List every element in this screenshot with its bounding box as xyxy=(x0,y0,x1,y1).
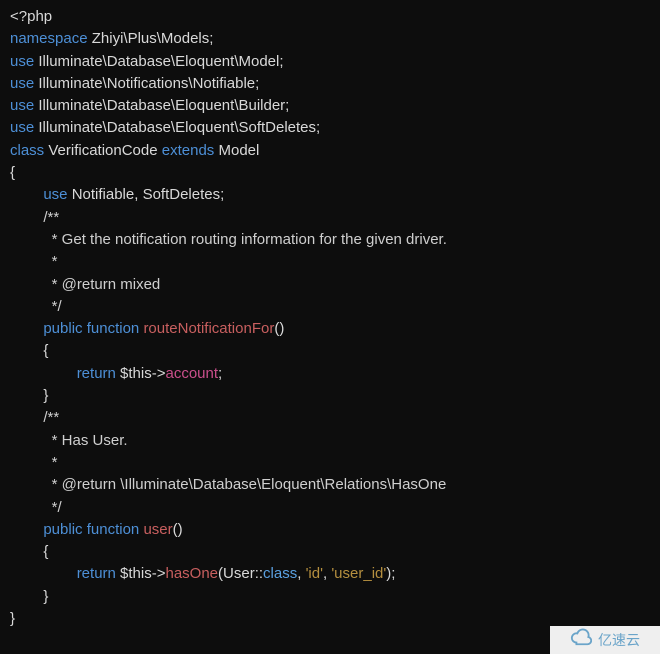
comment-line: */ xyxy=(10,296,650,318)
code-line: { xyxy=(10,162,650,184)
code-line: use Illuminate\Database\Eloquent\SoftDel… xyxy=(10,117,650,139)
member-name: hasOne xyxy=(165,565,218,582)
code-line: return $this->account; xyxy=(10,363,650,385)
member-name: account xyxy=(165,365,218,382)
kw-class-ref: class xyxy=(263,565,297,582)
code-line: <?php xyxy=(10,6,650,28)
code-line: use Illuminate\Notifications\Notifiable; xyxy=(10,73,650,95)
comment-line: * @return \Illuminate\Database\Eloquent\… xyxy=(10,474,650,496)
code-line: } xyxy=(10,586,650,608)
kw-function: function xyxy=(87,521,140,538)
fn-name: routeNotificationFor xyxy=(143,320,274,337)
code-line: { xyxy=(10,340,650,362)
comment-line: * Has User. xyxy=(10,430,650,452)
code-line: namespace Zhiyi\Plus\Models; xyxy=(10,28,650,50)
comment-line: /** xyxy=(10,207,650,229)
code-line: use Notifiable, SoftDeletes; xyxy=(10,184,650,206)
comment-line: */ xyxy=(10,497,650,519)
comment-line: /** xyxy=(10,407,650,429)
code-line: public function routeNotificationFor() xyxy=(10,318,650,340)
code-line: use Illuminate\Database\Eloquent\Model; xyxy=(10,51,650,73)
kw-class: class xyxy=(10,142,44,159)
kw-public: public xyxy=(43,320,82,337)
kw-function: function xyxy=(87,320,140,337)
kw-use: use xyxy=(10,97,34,114)
string-literal: 'user_id' xyxy=(331,565,386,582)
comment-line: * xyxy=(10,452,650,474)
kw-return: return xyxy=(77,365,116,382)
code-line: class VerificationCode extends Model xyxy=(10,140,650,162)
kw-use: use xyxy=(10,53,34,70)
kw-public: public xyxy=(43,521,82,538)
kw-use: use xyxy=(43,186,67,203)
code-line: return $this->hasOne(User::class, 'id', … xyxy=(10,563,650,585)
code-line: { xyxy=(10,541,650,563)
kw-extends: extends xyxy=(162,142,215,159)
cloud-icon xyxy=(570,626,592,654)
code-line: use Illuminate\Database\Eloquent\Builder… xyxy=(10,95,650,117)
watermark-text: 亿速云 xyxy=(598,629,640,651)
code-line: public function user() xyxy=(10,519,650,541)
fn-name: user xyxy=(143,521,172,538)
kw-use: use xyxy=(10,119,34,136)
comment-line: * @return mixed xyxy=(10,274,650,296)
code-block: <?php namespace Zhiyi\Plus\Models; use I… xyxy=(10,6,650,630)
kw-namespace: namespace xyxy=(10,30,88,47)
kw-use: use xyxy=(10,75,34,92)
code-line: } xyxy=(10,385,650,407)
comment-line: * Get the notification routing informati… xyxy=(10,229,650,251)
php-open-tag: <?php xyxy=(10,8,52,25)
string-literal: 'id' xyxy=(306,565,323,582)
watermark: 亿速云 xyxy=(550,626,660,654)
kw-return: return xyxy=(77,565,116,582)
comment-line: * xyxy=(10,251,650,273)
